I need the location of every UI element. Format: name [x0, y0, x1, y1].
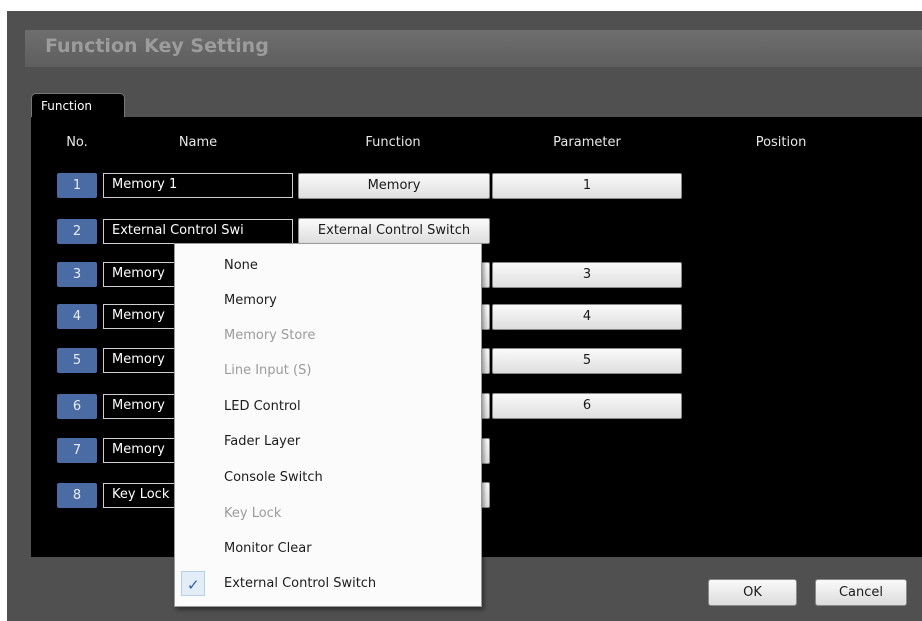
menu-item[interactable]: Console Switch [175, 463, 481, 493]
column-header-name: Name [178, 135, 218, 150]
function-dropdown-menu: None Memory Memory Store Line Input (S) … [174, 243, 482, 607]
cancel-button[interactable]: Cancel [815, 579, 907, 606]
parameter-button[interactable]: 4 [492, 304, 682, 330]
menu-item-label: Console Switch [224, 470, 323, 485]
tab-function[interactable]: Function [31, 93, 125, 118]
dialog-title-bar: Function Key Setting [25, 30, 922, 67]
menu-item[interactable]: None [175, 251, 481, 281]
menu-item-label: Monitor Clear [224, 541, 312, 556]
menu-item-label: Key Lock [224, 506, 282, 521]
row-number-badge: 3 [57, 262, 97, 287]
menu-item-selected[interactable]: ✓ External Control Switch [175, 569, 481, 599]
parameter-button[interactable]: 6 [492, 393, 682, 419]
menu-item-label: Memory [224, 293, 277, 308]
menu-item-label: LED Control [224, 399, 301, 414]
menu-item[interactable]: Memory Store [175, 321, 481, 351]
menu-item-label: Line Input (S) [224, 363, 312, 378]
menu-item[interactable]: Line Input (S) [175, 356, 481, 386]
menu-item[interactable]: Key Lock [175, 499, 481, 529]
menu-item-label: External Control Switch [224, 576, 377, 591]
row-number-badge: 1 [57, 173, 97, 198]
menu-item[interactable]: Memory [175, 286, 481, 316]
ok-button[interactable]: OK [708, 579, 797, 606]
menu-item-label: None [224, 258, 258, 273]
row-number-badge: 2 [57, 219, 97, 244]
tab-function-label: Function [41, 99, 93, 113]
dialog-title: Function Key Setting [45, 35, 269, 57]
name-field[interactable]: Memory 1 [103, 173, 293, 198]
row-number-badge: 4 [57, 304, 97, 329]
row-number-badge: 8 [57, 483, 97, 508]
parameter-button[interactable]: 1 [492, 173, 682, 199]
row-number-badge: 6 [57, 394, 97, 419]
menu-item-label: Fader Layer [224, 434, 301, 449]
menu-item[interactable]: Fader Layer [175, 427, 481, 457]
check-icon: ✓ [181, 571, 205, 596]
row-number-badge: 5 [57, 348, 97, 373]
column-header-no: No. [66, 135, 88, 150]
row-number-badge: 7 [57, 438, 97, 463]
column-header-parameter: Parameter [553, 135, 621, 150]
column-header-position: Position [755, 135, 807, 150]
parameter-button[interactable]: 5 [492, 348, 682, 374]
menu-item-label: Memory Store [224, 328, 316, 343]
column-header-function: Function [365, 135, 421, 150]
parameter-button[interactable]: 3 [492, 262, 682, 288]
function-button[interactable]: External Control Switch [298, 218, 490, 244]
menu-item[interactable]: Monitor Clear [175, 534, 481, 564]
function-button[interactable]: Memory [298, 173, 490, 199]
name-field[interactable]: External Control Swi [103, 219, 293, 244]
menu-item[interactable]: LED Control [175, 392, 481, 422]
